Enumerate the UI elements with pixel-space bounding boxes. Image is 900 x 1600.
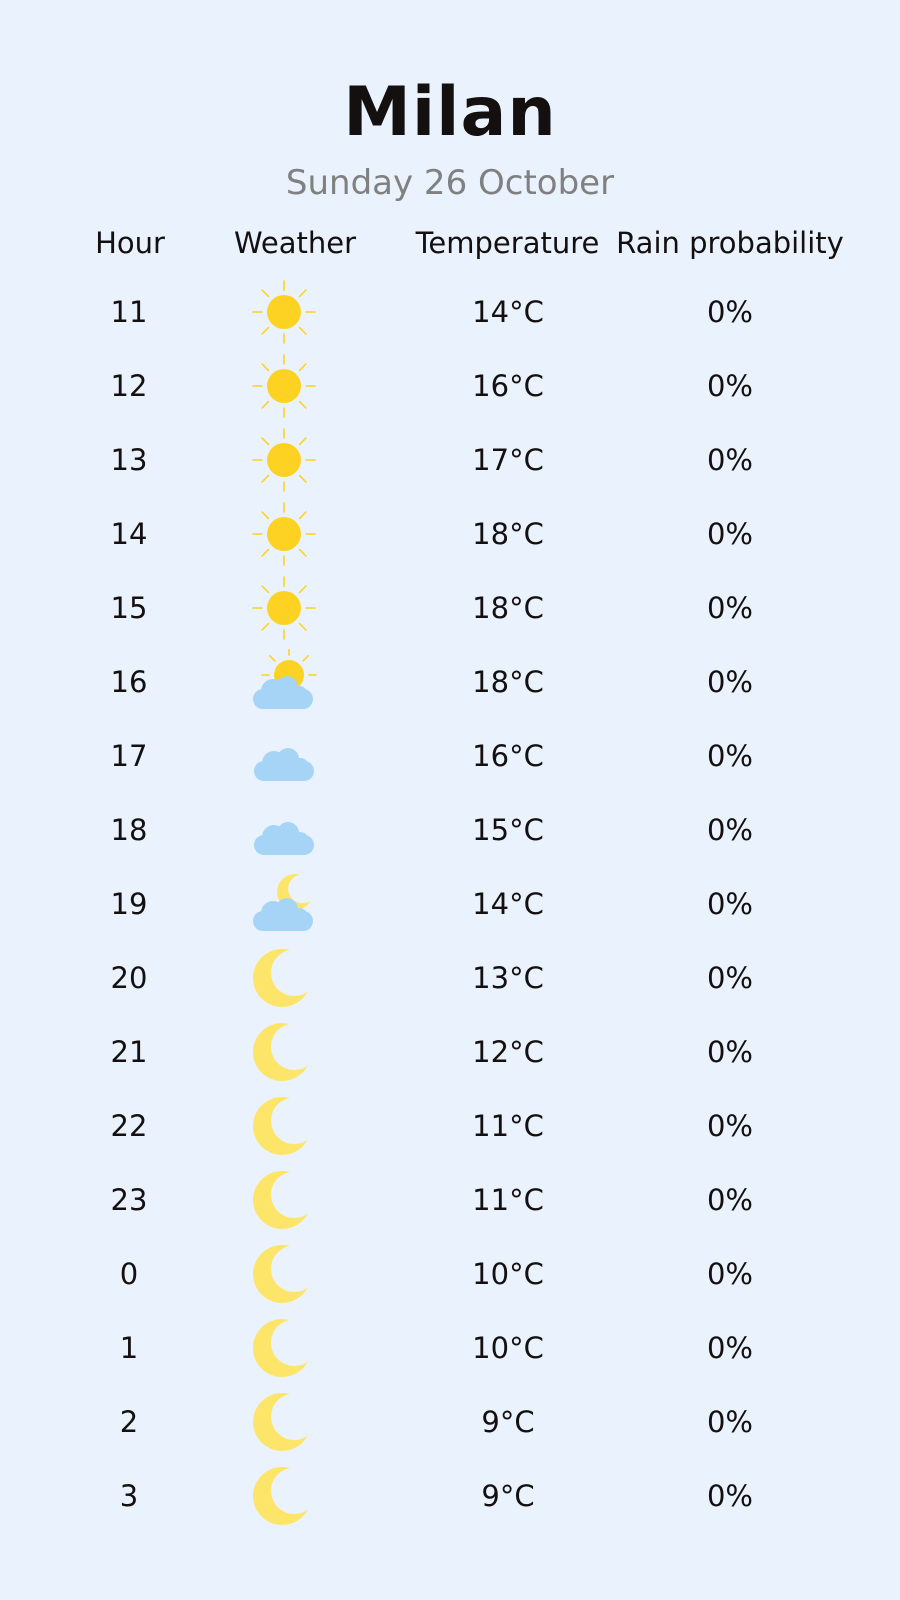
temperature-cell: 16°C xyxy=(472,739,544,773)
rain-probability-cell: 0% xyxy=(706,591,753,625)
moon-icon xyxy=(251,1093,317,1159)
column-header-weather: Weather xyxy=(233,226,357,260)
hour-cell: 2 xyxy=(119,1405,139,1439)
rain-probability-cell: 0% xyxy=(706,1479,753,1513)
cloud-icon xyxy=(251,797,317,863)
moon-icon xyxy=(251,1389,317,1455)
sun-icon xyxy=(251,279,317,345)
hour-cell: 14 xyxy=(110,517,148,551)
temperature-cell: 14°C xyxy=(472,295,544,329)
forecast-row: 3 9°C 0% xyxy=(0,1459,900,1533)
temperature-cell: 10°C xyxy=(472,1257,544,1291)
forecast-row: 15 18°C 0% xyxy=(0,571,900,645)
rain-probability-cell: 0% xyxy=(706,961,753,995)
temperature-cell: 13°C xyxy=(472,961,544,995)
temperature-cell: 12°C xyxy=(472,1035,544,1069)
sun-icon xyxy=(251,501,317,567)
cloud-icon xyxy=(251,723,317,789)
forecast-row: 1 10°C 0% xyxy=(0,1311,900,1385)
column-header-temperature: Temperature xyxy=(415,226,600,260)
rain-probability-cell: 0% xyxy=(706,887,753,921)
hour-cell: 23 xyxy=(110,1183,148,1217)
sun-cloud-icon xyxy=(251,649,317,715)
forecast-row: 16 18°C 0% xyxy=(0,645,900,719)
rain-probability-cell: 0% xyxy=(706,739,753,773)
hour-cell: 0 xyxy=(119,1257,139,1291)
forecast-row: 12 16°C 0% xyxy=(0,349,900,423)
hour-cell: 1 xyxy=(119,1331,139,1365)
forecast-row: 22 11°C 0% xyxy=(0,1089,900,1163)
rain-probability-cell: 0% xyxy=(706,813,753,847)
temperature-cell: 11°C xyxy=(472,1183,544,1217)
temperature-cell: 18°C xyxy=(472,591,544,625)
forecast-row: 20 13°C 0% xyxy=(0,941,900,1015)
moon-icon xyxy=(251,1167,317,1233)
forecast-row: 14 18°C 0% xyxy=(0,497,900,571)
temperature-cell: 18°C xyxy=(472,665,544,699)
column-header-rain: Rain probability xyxy=(616,226,844,260)
rain-probability-cell: 0% xyxy=(706,1257,753,1291)
hour-cell: 22 xyxy=(110,1109,148,1143)
forecast-row: 2 9°C 0% xyxy=(0,1385,900,1459)
date-subtitle: Sunday 26 October xyxy=(285,163,615,203)
rain-probability-cell: 0% xyxy=(706,295,753,329)
forecast-row: 21 12°C 0% xyxy=(0,1015,900,1089)
temperature-cell: 9°C xyxy=(481,1479,535,1513)
moon-icon xyxy=(251,1463,317,1529)
temperature-cell: 15°C xyxy=(472,813,544,847)
hour-cell: 21 xyxy=(110,1035,148,1069)
rain-probability-cell: 0% xyxy=(706,517,753,551)
rain-probability-cell: 0% xyxy=(706,1035,753,1069)
moon-icon xyxy=(251,1241,317,1307)
rain-probability-cell: 0% xyxy=(706,1405,753,1439)
hour-cell: 16 xyxy=(110,665,148,699)
temperature-cell: 18°C xyxy=(472,517,544,551)
moon-icon xyxy=(251,1315,317,1381)
hour-cell: 12 xyxy=(110,369,148,403)
temperature-cell: 9°C xyxy=(481,1405,535,1439)
sun-icon xyxy=(251,575,317,641)
rain-probability-cell: 0% xyxy=(706,1183,753,1217)
moon-cloud-icon xyxy=(251,871,317,937)
forecast-row: 18 15°C 0% xyxy=(0,793,900,867)
forecast-row: 11 14°C 0% xyxy=(0,275,900,349)
hour-cell: 17 xyxy=(110,739,148,773)
hour-cell: 11 xyxy=(110,295,148,329)
hour-cell: 15 xyxy=(110,591,148,625)
rain-probability-cell: 0% xyxy=(706,1331,753,1365)
hour-cell: 13 xyxy=(110,443,148,477)
temperature-cell: 11°C xyxy=(472,1109,544,1143)
hour-cell: 18 xyxy=(110,813,148,847)
rain-probability-cell: 0% xyxy=(706,1109,753,1143)
temperature-cell: 10°C xyxy=(472,1331,544,1365)
forecast-row: 17 16°C 0% xyxy=(0,719,900,793)
temperature-cell: 16°C xyxy=(472,369,544,403)
moon-icon xyxy=(251,1019,317,1085)
forecast-row: 13 17°C 0% xyxy=(0,423,900,497)
sun-icon xyxy=(251,427,317,493)
forecast-row: 23 11°C 0% xyxy=(0,1163,900,1237)
forecast-row: 19 14°C 0% xyxy=(0,867,900,941)
sun-icon xyxy=(251,353,317,419)
column-header-hour: Hour xyxy=(95,226,165,260)
rain-probability-cell: 0% xyxy=(706,369,753,403)
temperature-cell: 17°C xyxy=(472,443,544,477)
hour-cell: 3 xyxy=(119,1479,139,1513)
hour-cell: 19 xyxy=(110,887,148,921)
temperature-cell: 14°C xyxy=(472,887,544,921)
rain-probability-cell: 0% xyxy=(706,443,753,477)
moon-icon xyxy=(251,945,317,1011)
forecast-row: 0 10°C 0% xyxy=(0,1237,900,1311)
rain-probability-cell: 0% xyxy=(706,665,753,699)
hour-cell: 20 xyxy=(110,961,148,995)
city-title: Milan xyxy=(343,73,557,152)
